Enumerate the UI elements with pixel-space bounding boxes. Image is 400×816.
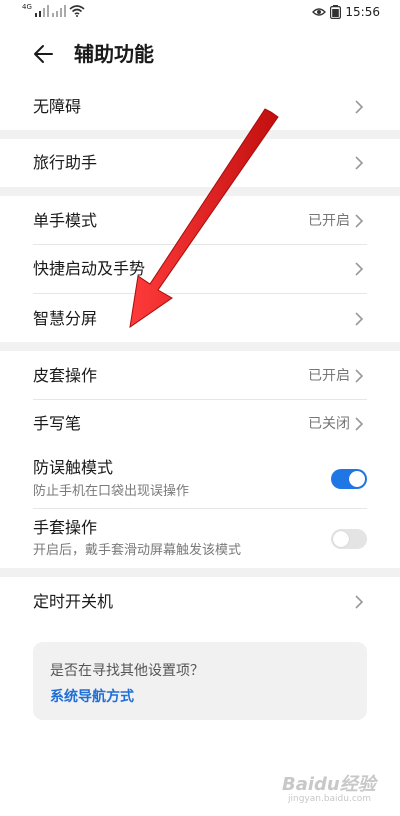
setting-label: 智慧分屏 xyxy=(33,309,98,328)
network-type-label: 4G xyxy=(22,3,32,11)
section-gap xyxy=(0,342,400,351)
setting-pocket-mode: 防误触模式 防止手机在口袋出现误操作 xyxy=(0,450,400,508)
chevron-right-icon xyxy=(355,312,364,326)
chevron-right-icon xyxy=(355,100,364,114)
battery-icon xyxy=(330,5,342,19)
toggle-knob xyxy=(333,531,349,547)
setting-cover-operation[interactable]: 皮套操作 已开启 xyxy=(0,351,400,399)
setting-label: 皮套操作 xyxy=(33,366,98,385)
back-arrow-icon[interactable] xyxy=(30,40,58,68)
setting-label: 单手模式 xyxy=(33,211,98,230)
setting-value: 已开启 xyxy=(308,213,350,229)
watermark-logo: Baidu经验 jingyan.baidu.com xyxy=(282,770,392,810)
section-gap xyxy=(0,130,400,139)
setting-label: 防误触模式 xyxy=(33,458,114,477)
setting-scheduled-power[interactable]: 定时开关机 xyxy=(0,577,400,625)
setting-description: 防止手机在口袋出现误操作 xyxy=(33,484,190,499)
suggestion-question: 是否在寻找其他设置项？ xyxy=(50,663,204,679)
setting-label: 手套操作 xyxy=(33,518,98,537)
suggestion-card: 是否在寻找其他设置项？ 系统导航方式 xyxy=(33,642,367,720)
chevron-right-icon xyxy=(355,156,364,170)
chevron-right-icon xyxy=(355,262,364,276)
chevron-right-icon xyxy=(355,214,364,228)
toggle-knob xyxy=(349,471,365,487)
clock: 15:56 xyxy=(345,5,380,19)
setting-value: 已开启 xyxy=(308,368,350,384)
setting-smart-split-screen[interactable]: 智慧分屏 xyxy=(0,294,400,342)
setting-stylus[interactable]: 手写笔 已关闭 xyxy=(0,400,400,448)
signal-icon xyxy=(34,5,49,17)
setting-shortcuts-gestures[interactable]: 快捷启动及手势 xyxy=(0,245,400,293)
status-left: 4G xyxy=(22,3,85,17)
setting-label: 定时开关机 xyxy=(33,592,114,611)
setting-accessibility[interactable]: 无障碍 xyxy=(0,86,400,128)
watermark-main: Baidu经验 xyxy=(282,774,376,795)
glove-mode-toggle[interactable] xyxy=(331,529,367,549)
wifi-icon xyxy=(69,5,85,17)
app-header: 辅助功能 xyxy=(0,26,400,82)
setting-label: 无障碍 xyxy=(33,97,82,116)
watermark-sub: jingyan.baidu.com xyxy=(288,794,372,804)
setting-label: 快捷启动及手势 xyxy=(33,259,146,278)
page-title: 辅助功能 xyxy=(74,42,154,66)
section-gap xyxy=(0,568,400,577)
pocket-mode-toggle[interactable] xyxy=(331,469,367,489)
status-bar: 4G 15:56 xyxy=(0,0,400,26)
setting-travel-assistant[interactable]: 旅行助手 xyxy=(0,139,400,187)
setting-one-hand-mode[interactable]: 单手模式 已开启 xyxy=(0,196,400,244)
chevron-right-icon xyxy=(355,417,364,431)
setting-label: 旅行助手 xyxy=(33,153,98,172)
setting-label: 手写笔 xyxy=(33,414,82,433)
eye-comfort-icon xyxy=(312,8,327,16)
section-gap xyxy=(0,187,400,196)
status-right: 15:56 xyxy=(312,5,380,19)
chevron-right-icon xyxy=(355,595,364,609)
suggestion-link[interactable]: 系统导航方式 xyxy=(50,686,134,706)
setting-description: 开启后，戴手套滑动屏幕触发该模式 xyxy=(33,543,242,558)
setting-value: 已关闭 xyxy=(308,416,350,432)
signal-2-icon xyxy=(51,5,66,17)
chevron-right-icon xyxy=(355,369,364,383)
setting-glove-mode: 手套操作 开启后，戴手套滑动屏幕触发该模式 xyxy=(0,509,400,567)
